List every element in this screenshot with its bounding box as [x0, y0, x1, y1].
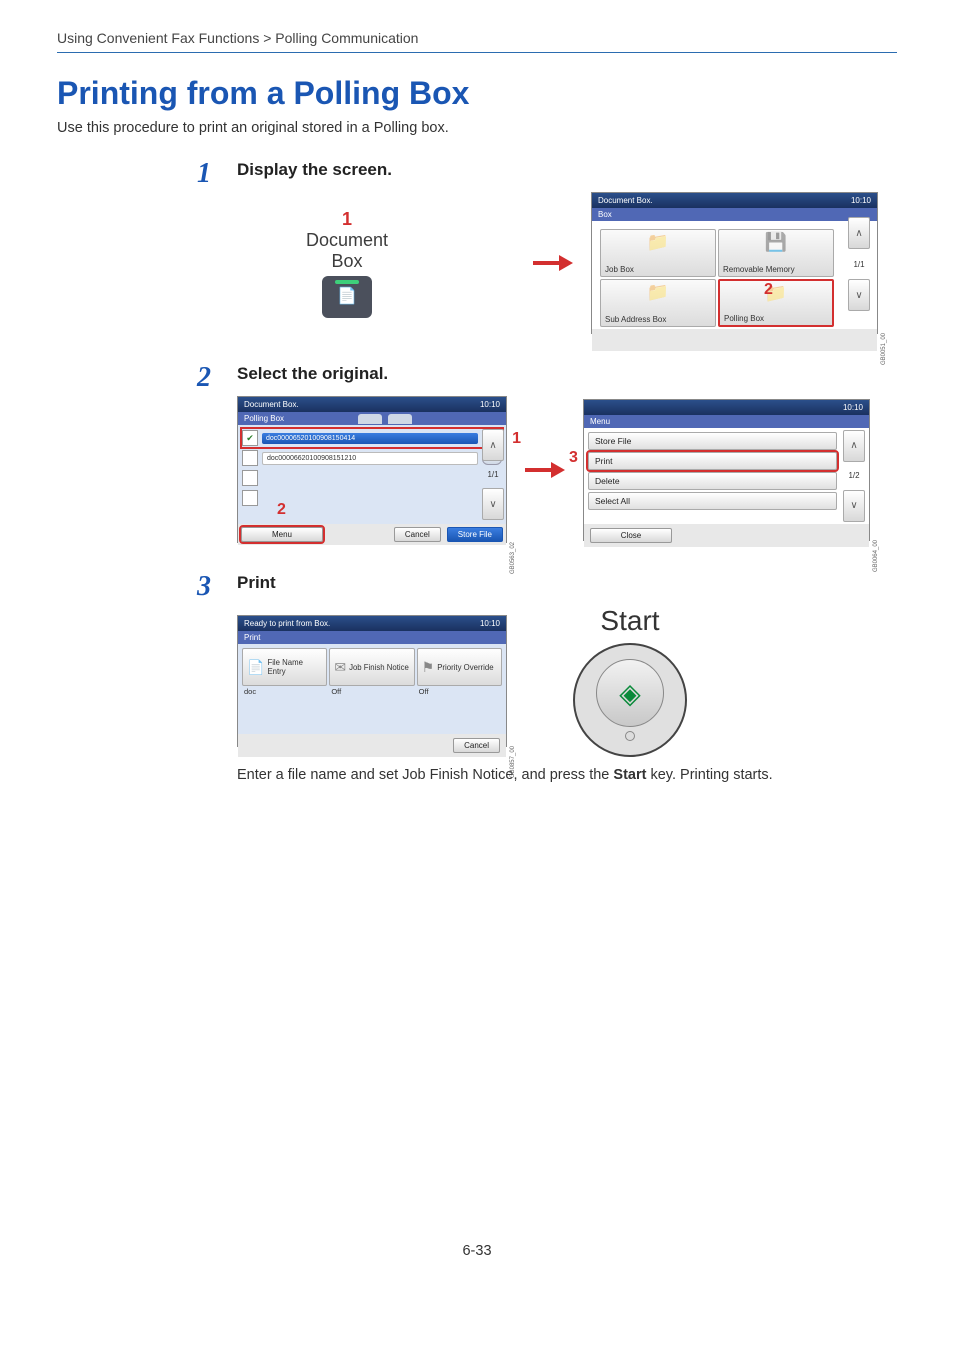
page-up-button[interactable]: ∧ — [843, 430, 865, 462]
sort-tab-icon[interactable] — [358, 414, 382, 424]
panel-subheader: Polling Box — [238, 412, 506, 425]
menu-item-store-file[interactable]: Store File — [588, 432, 837, 450]
panel-time: 10:10 — [480, 400, 500, 409]
file-name: doc00006520100908150414 — [262, 433, 478, 444]
figure-id: GB0563_02 — [510, 542, 516, 574]
step2-title: Select the original. — [237, 364, 897, 384]
figure-id: GB0064_00 — [873, 540, 879, 572]
job-finish-value: Off — [329, 686, 414, 697]
callout-2: 2 — [277, 501, 286, 519]
priority-override-button[interactable]: ⚑Priority Override — [417, 648, 502, 686]
close-button[interactable]: Close — [590, 528, 672, 543]
checkbox-icon[interactable] — [242, 450, 258, 466]
page-down-button[interactable]: ∨ — [843, 490, 865, 522]
docbox-icon — [322, 276, 372, 318]
page-indicator: 1/1 — [487, 470, 498, 479]
page-indicator: 1/1 — [853, 260, 864, 269]
panel-header: Document Box. — [244, 400, 299, 409]
breadcrumb: Using Convenient Fax Functions > Polling… — [57, 30, 897, 52]
job-finish-notice-button[interactable]: ✉Job Finish Notice — [329, 648, 414, 686]
menu-button[interactable]: Menu — [241, 527, 323, 542]
card-polling-box[interactable]: 📁Polling Box — [718, 279, 834, 327]
docbox-screen: Document Box. 10:10 Box 📁Job Box 💾Removab… — [591, 192, 878, 334]
checkbox-checked-icon[interactable]: ✔ — [242, 430, 258, 446]
callout-1: 1 — [277, 209, 417, 230]
store-file-button[interactable]: Store File — [447, 527, 503, 542]
figure-id: GB0051_00 — [881, 333, 887, 365]
panel-time: 10:10 — [843, 403, 863, 412]
file-row[interactable]: doc00006620100908151210 — [242, 449, 502, 467]
file-row-empty — [242, 469, 502, 487]
page-number: 6-33 — [57, 1243, 897, 1259]
page-up-button[interactable]: ∧ — [848, 217, 870, 249]
callout-3: 3 — [569, 449, 578, 467]
docbox-label-line2: Box — [277, 251, 417, 272]
page-up-button[interactable]: ∧ — [482, 429, 504, 461]
panel-subheader: Box — [592, 208, 877, 221]
file-name-value: doc — [242, 686, 327, 697]
file-name: doc00006620100908151210 — [262, 452, 478, 465]
step-number-1: 1 — [197, 160, 237, 334]
cancel-button[interactable]: Cancel — [394, 527, 441, 542]
arrow-right-icon — [533, 258, 573, 268]
print-options-screen: Ready to print from Box. 10:10 Print 📄Fil… — [237, 615, 507, 747]
figure-id: GB0857_00 — [510, 746, 516, 778]
polling-box-list-screen: Document Box. 10:10 Polling Box ✔ doc0000… — [237, 396, 507, 543]
page-down-button[interactable]: ∨ — [848, 279, 870, 311]
card-job-box[interactable]: 📁Job Box — [600, 229, 716, 277]
priority-value: Off — [417, 686, 502, 697]
panel-header: Ready to print from Box. — [244, 619, 330, 628]
arrow-right-icon — [525, 465, 565, 475]
page-indicator: 1/2 — [848, 471, 859, 480]
card-removable-memory[interactable]: 💾Removable Memory — [718, 229, 834, 277]
panel-time: 10:10 — [851, 196, 871, 205]
callout-1: 1 — [512, 430, 521, 448]
docbox-label-line1: Document — [277, 230, 417, 251]
step1-title: Display the screen. — [237, 160, 897, 180]
document-box-button[interactable]: 1 Document Box — [277, 209, 417, 318]
page-down-button[interactable]: ∨ — [482, 488, 504, 520]
page-title: Printing from a Polling Box — [57, 75, 897, 112]
menu-item-print[interactable]: Print — [588, 452, 837, 470]
step3-note: Enter a file name and set Job Finish Not… — [237, 767, 897, 783]
file-row-selected[interactable]: ✔ doc00006520100908150414 — [242, 429, 502, 447]
start-led-icon — [625, 731, 635, 741]
intro-text: Use this procedure to print an original … — [57, 120, 897, 136]
file-name-entry-button[interactable]: 📄File Name Entry — [242, 648, 327, 686]
panel-subheader: Menu — [584, 415, 869, 428]
start-glyph-icon: ◈ — [619, 677, 641, 710]
step-number-3: 3 — [197, 573, 237, 783]
menu-popup-screen: 10:10 Menu Store File Print Delete Selec… — [583, 399, 870, 541]
callout-2: 2 — [764, 281, 773, 299]
divider — [57, 52, 897, 53]
start-label: Start — [600, 605, 659, 637]
panel-subheader: Print — [238, 631, 506, 644]
menu-item-select-all[interactable]: Select All — [588, 492, 837, 510]
panel-header: Document Box. — [598, 196, 653, 205]
menu-item-delete[interactable]: Delete — [588, 472, 837, 490]
card-sub-address-box[interactable]: 📁Sub Address Box — [600, 279, 716, 327]
start-button[interactable]: ◈ — [573, 643, 687, 757]
panel-time: 10:10 — [480, 619, 500, 628]
step3-title: Print — [237, 573, 897, 593]
cancel-button[interactable]: Cancel — [453, 738, 500, 753]
step-number-2: 2 — [197, 364, 237, 543]
search-tab-icon[interactable] — [388, 414, 412, 424]
